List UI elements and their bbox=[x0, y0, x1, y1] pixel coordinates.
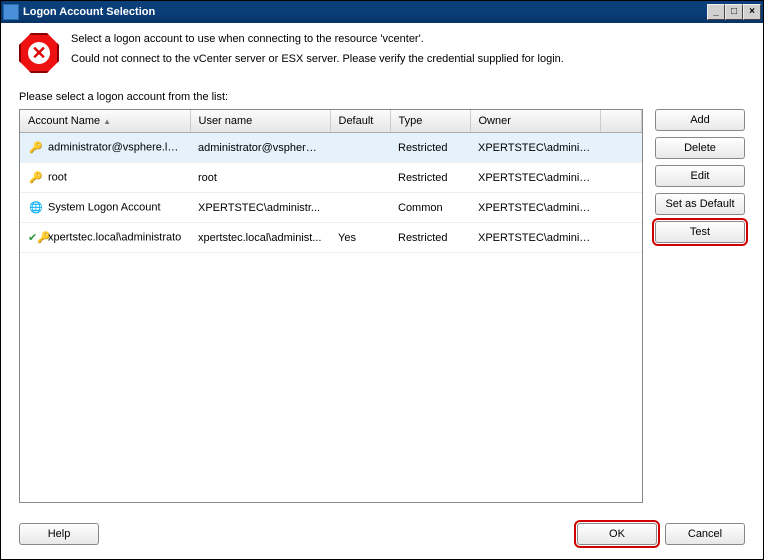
delete-button[interactable]: Delete bbox=[655, 137, 745, 159]
cell-user: root bbox=[190, 163, 330, 193]
cell-owner: XPERTSTEC\adminis... bbox=[470, 223, 600, 253]
table-header-row: Account Name▲ User name Default Type Own… bbox=[20, 110, 642, 133]
cell-default bbox=[330, 193, 390, 223]
cell-owner: XPERTSTEC\adminis... bbox=[470, 133, 600, 163]
test-button[interactable]: Test bbox=[655, 221, 745, 243]
col-user[interactable]: User name bbox=[190, 110, 330, 133]
table-row[interactable]: 🌐 System Logon Account XPERTSTEC\administ… bbox=[20, 193, 642, 223]
error-icon: ✕ bbox=[19, 33, 59, 73]
table-row[interactable]: 🔑 root root Restricted XPERTSTEC\adminis.… bbox=[20, 163, 642, 193]
edit-button[interactable]: Edit bbox=[655, 165, 745, 187]
titlebar: Logon Account Selection _ □ × bbox=[1, 1, 763, 23]
table-body: 🔑 administrator@vsphere.loca administrato… bbox=[20, 133, 642, 253]
cell-user: XPERTSTEC\administr... bbox=[190, 193, 330, 223]
globe-icon: 🌐 bbox=[28, 201, 44, 214]
key-icon: 🔑 bbox=[28, 141, 44, 154]
cell-account: xpertstec.local\administrato bbox=[48, 231, 181, 243]
cell-default bbox=[330, 163, 390, 193]
cell-user: administrator@vsphere.... bbox=[190, 133, 330, 163]
cell-default bbox=[330, 133, 390, 163]
cell-type: Restricted bbox=[390, 223, 470, 253]
cell-account: root bbox=[48, 171, 67, 183]
window-title: Logon Account Selection bbox=[23, 6, 707, 18]
cell-owner: XPERTSTEC\adminis... bbox=[470, 163, 600, 193]
cell-default: Yes bbox=[330, 223, 390, 253]
sort-asc-icon: ▲ bbox=[103, 117, 111, 126]
window-buttons: _ □ × bbox=[707, 4, 761, 20]
maximize-button[interactable]: □ bbox=[725, 4, 743, 20]
cell-type: Restricted bbox=[390, 163, 470, 193]
message-row: ✕ Select a logon account to use when con… bbox=[19, 33, 745, 73]
col-account[interactable]: Account Name▲ bbox=[20, 110, 190, 133]
col-default[interactable]: Default bbox=[330, 110, 390, 133]
table-row[interactable]: ✔🔑 xpertstec.local\administrato xpertstec… bbox=[20, 223, 642, 253]
dialog-content: ✕ Select a logon account to use when con… bbox=[1, 23, 763, 513]
key-check-icon: ✔🔑 bbox=[28, 231, 44, 244]
table-row[interactable]: 🔑 administrator@vsphere.loca administrato… bbox=[20, 133, 642, 163]
message-line2: Could not connect to the vCenter server … bbox=[71, 53, 564, 65]
help-button[interactable]: Help bbox=[19, 523, 99, 545]
cell-type: Common bbox=[390, 193, 470, 223]
list-label: Please select a logon account from the l… bbox=[19, 91, 745, 103]
key-icon: 🔑 bbox=[28, 171, 44, 184]
cancel-button[interactable]: Cancel bbox=[665, 523, 745, 545]
message-line1: Select a logon account to use when conne… bbox=[71, 33, 564, 45]
footer: Help OK Cancel bbox=[1, 513, 763, 559]
minimize-button[interactable]: _ bbox=[707, 4, 725, 20]
col-owner[interactable]: Owner bbox=[470, 110, 600, 133]
cell-type: Restricted bbox=[390, 133, 470, 163]
cell-user: xpertstec.local\administ... bbox=[190, 223, 330, 253]
body-row: Account Name▲ User name Default Type Own… bbox=[19, 109, 745, 503]
cell-account: System Logon Account bbox=[48, 201, 161, 213]
window-sysicon bbox=[3, 4, 19, 20]
account-table: Account Name▲ User name Default Type Own… bbox=[19, 109, 643, 503]
set-default-button[interactable]: Set as Default bbox=[655, 193, 745, 215]
side-buttons: Add Delete Edit Set as Default Test bbox=[655, 109, 745, 503]
add-button[interactable]: Add bbox=[655, 109, 745, 131]
cell-account: administrator@vsphere.loca bbox=[48, 141, 185, 153]
cell-owner: XPERTSTEC\adminis... bbox=[470, 193, 600, 223]
col-type[interactable]: Type bbox=[390, 110, 470, 133]
col-spacer bbox=[600, 110, 642, 133]
close-button[interactable]: × bbox=[743, 4, 761, 20]
ok-button[interactable]: OK bbox=[577, 523, 657, 545]
message-text: Select a logon account to use when conne… bbox=[71, 33, 564, 73]
